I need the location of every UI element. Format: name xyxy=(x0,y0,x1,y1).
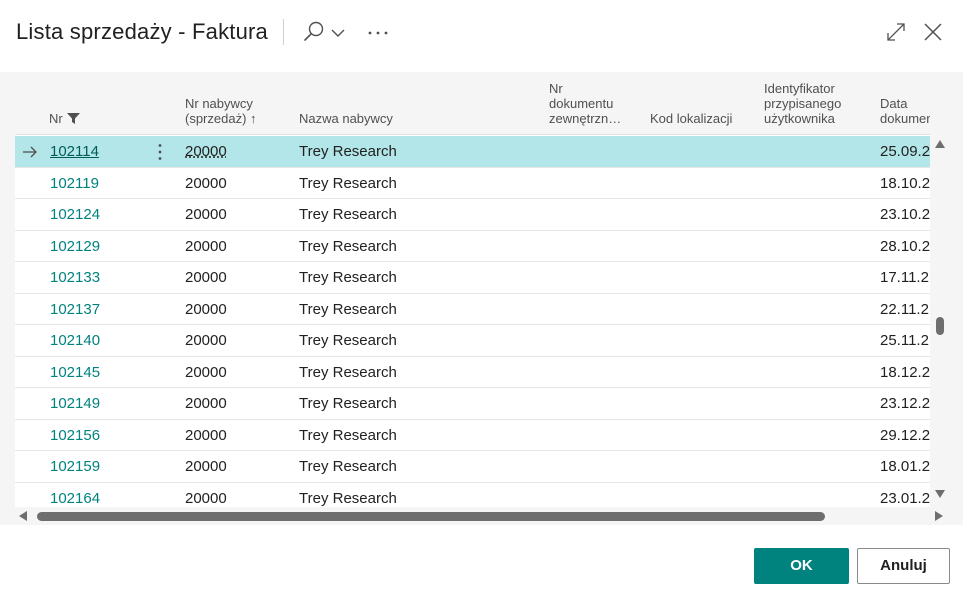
table-row[interactable]: 102159 20000 Trey Research 18.01.2 xyxy=(15,451,930,483)
invoice-nr-link[interactable]: 102149 xyxy=(50,388,100,419)
buyer-name-cell: Trey Research xyxy=(299,332,397,349)
buyer-name-cell: Trey Research xyxy=(299,489,397,507)
table-row[interactable]: 102164 20000 Trey Research 23.01.2 xyxy=(15,482,930,508)
buyer-name-cell: Trey Research xyxy=(299,269,397,286)
column-header-assigned-user[interactable]: Identyfikator przypisanego użytkownika xyxy=(764,81,841,126)
buyer-nr-cell: 20000 xyxy=(185,395,227,412)
invoice-nr-link[interactable]: 102137 xyxy=(50,294,100,325)
doc-date-cell: 25.09.2 xyxy=(880,143,930,160)
more-icon[interactable] xyxy=(366,30,390,36)
table-row[interactable]: 102114 20000 Trey Research 25.09.2 xyxy=(15,136,930,168)
dialog-header: Lista sprzedaży - Faktura xyxy=(0,0,963,72)
arrow-right-icon xyxy=(23,146,37,158)
buyer-nr-cell: 20000 xyxy=(185,174,227,192)
buyer-nr-cell: 20000 xyxy=(185,269,227,286)
column-header-buyer-nr[interactable]: Nr nabywcy (sprzedaż) ↑ xyxy=(185,96,257,126)
filter-icon[interactable] xyxy=(66,113,80,124)
doc-date-cell: 23.01.2 xyxy=(880,489,930,507)
vertical-scrollbar[interactable] xyxy=(930,136,949,507)
buyer-nr-cell: 20000 xyxy=(185,206,227,223)
chevron-down-icon[interactable] xyxy=(330,25,346,41)
column-header-doc-date[interactable]: Data dokumentu xyxy=(880,96,930,126)
invoice-nr-link[interactable]: 102119 xyxy=(50,168,99,199)
doc-date-cell: 18.01.2 xyxy=(880,458,930,475)
vertical-scroll-thumb[interactable] xyxy=(936,317,944,335)
cancel-button[interactable]: Anuluj xyxy=(857,548,950,584)
doc-date-cell: 25.11.2 xyxy=(880,332,929,349)
buyer-name-cell: Trey Research xyxy=(299,458,397,475)
invoice-nr-link[interactable]: 102124 xyxy=(50,199,100,230)
buyer-name-cell: Trey Research xyxy=(299,174,397,192)
invoice-nr-link[interactable]: 102114 xyxy=(50,136,99,167)
column-header-location-code[interactable]: Kod lokalizacji xyxy=(650,111,732,126)
table-header: Nr Nr nabywcy (sprzedaż) ↑ Nazwa nabywcy… xyxy=(15,72,930,135)
doc-date-cell: 23.12.2 xyxy=(880,395,930,412)
table-row[interactable]: 102133 20000 Trey Research 17.11.2 xyxy=(15,262,930,294)
column-header-external-doc[interactable]: Nr dokumentu zewnętrzn… xyxy=(549,81,621,126)
buyer-nr-cell: 20000 xyxy=(185,332,227,349)
doc-date-cell: 18.10.2 xyxy=(880,174,930,192)
invoice-nr-link[interactable]: 102140 xyxy=(50,325,100,356)
page-title: Lista sprzedaży - Faktura xyxy=(16,19,268,44)
list-body: Nr Nr nabywcy (sprzedaż) ↑ Nazwa nabywcy… xyxy=(15,72,930,507)
buyer-name-cell: Trey Research xyxy=(299,395,397,412)
table-row[interactable]: 102124 20000 Trey Research 23.10.2 xyxy=(15,199,930,231)
buyer-name-cell: Trey Research xyxy=(299,363,397,381)
doc-date-cell: 29.12.2 xyxy=(880,426,930,444)
invoice-nr-link[interactable]: 102129 xyxy=(50,231,100,262)
horizontal-scrollbar[interactable] xyxy=(15,507,949,525)
header-divider xyxy=(283,19,284,45)
doc-date-cell: 23.10.2 xyxy=(880,206,930,223)
row-menu-icon[interactable] xyxy=(156,143,164,161)
invoice-nr-link[interactable]: 102133 xyxy=(50,262,100,293)
table-row[interactable]: 102129 20000 Trey Research 28.10.2 xyxy=(15,230,930,262)
sales-invoice-list: Nr Nr nabywcy (sprzedaż) ↑ Nazwa nabywcy… xyxy=(0,72,963,525)
buyer-nr-cell: 20000 xyxy=(185,426,227,444)
table-row[interactable]: 102119 20000 Trey Research 18.10.2 xyxy=(15,167,930,199)
buyer-nr-cell: 20000 xyxy=(185,143,227,160)
column-header-nr[interactable]: Nr xyxy=(49,111,80,126)
buyer-nr-cell: 20000 xyxy=(185,363,227,381)
scroll-right-icon[interactable] xyxy=(935,511,943,521)
doc-date-cell: 28.10.2 xyxy=(880,237,930,255)
buyer-nr-cell: 20000 xyxy=(185,237,227,255)
buyer-nr-cell: 20000 xyxy=(185,300,227,318)
buyer-name-cell: Trey Research xyxy=(299,300,397,318)
invoice-nr-link[interactable]: 102159 xyxy=(50,451,100,482)
buyer-name-cell: Trey Research xyxy=(299,426,397,444)
scroll-down-icon[interactable] xyxy=(935,490,945,498)
table-row[interactable]: 102149 20000 Trey Research 23.12.2 xyxy=(15,388,930,420)
expand-icon[interactable] xyxy=(885,21,907,43)
invoice-nr-link[interactable]: 102145 xyxy=(50,357,100,388)
buyer-nr-cell: 20000 xyxy=(185,489,227,507)
table-row[interactable]: 102137 20000 Trey Research 22.11.2 xyxy=(15,293,930,325)
ok-button[interactable]: OK xyxy=(754,548,849,584)
table-row[interactable]: 102140 20000 Trey Research 25.11.2 xyxy=(15,325,930,357)
buyer-name-cell: Trey Research xyxy=(299,206,397,223)
close-icon[interactable] xyxy=(922,21,944,43)
doc-date-cell: 18.12.2 xyxy=(880,363,930,381)
table-row[interactable]: 102145 20000 Trey Research 18.12.2 xyxy=(15,356,930,388)
doc-date-cell: 17.11.2 xyxy=(880,269,929,286)
doc-date-cell: 22.11.2 xyxy=(880,300,929,318)
buyer-name-cell: Trey Research xyxy=(299,143,397,160)
scroll-left-icon[interactable] xyxy=(19,511,27,521)
search-icon[interactable] xyxy=(302,20,326,44)
table-row[interactable]: 102156 20000 Trey Research 29.12.2 xyxy=(15,419,930,451)
buyer-nr-cell: 20000 xyxy=(185,458,227,475)
column-header-buyer-name[interactable]: Nazwa nabywcy xyxy=(299,111,393,126)
invoice-nr-link[interactable]: 102156 xyxy=(50,420,100,451)
scroll-up-icon[interactable] xyxy=(935,140,945,148)
buyer-name-cell: Trey Research xyxy=(299,237,397,255)
horizontal-scroll-thumb[interactable] xyxy=(37,512,825,521)
sort-up-icon: ↑ xyxy=(250,111,257,126)
invoice-nr-link[interactable]: 102164 xyxy=(50,483,100,508)
